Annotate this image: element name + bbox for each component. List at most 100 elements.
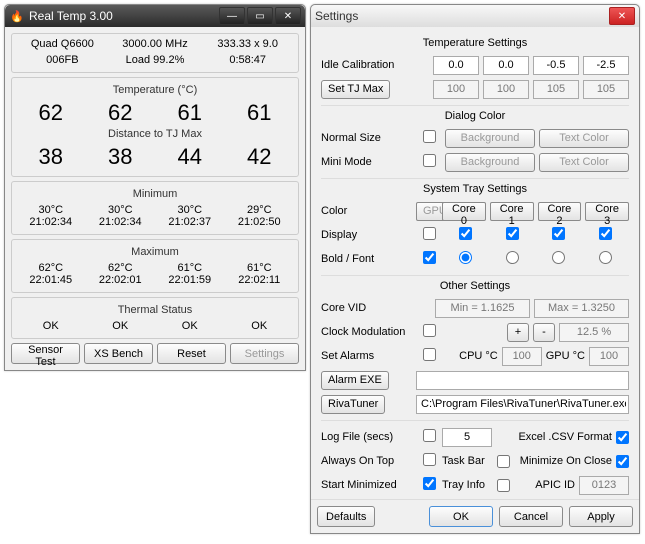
max-ts1: 22:02:01 (86, 274, 156, 286)
tj-3 (583, 80, 629, 99)
logfile-label: Log File (secs) (321, 431, 416, 443)
min-t1: 30°C (86, 204, 156, 216)
display-core3-check[interactable] (599, 227, 612, 240)
alarm-exe-path[interactable] (416, 371, 629, 390)
clock-mod-plus[interactable]: + (507, 323, 529, 342)
ok-button[interactable]: OK (429, 506, 493, 527)
core2-color-button[interactable]: Core 2 (538, 202, 582, 221)
bold-core0-radio[interactable] (459, 251, 472, 264)
tray-color-label: Color (321, 205, 416, 217)
temp-core3: 61 (225, 100, 295, 126)
cpu-c-label: CPU °C (459, 350, 498, 362)
idle-cal-2[interactable] (533, 56, 579, 75)
dist-heading: Distance to TJ Max (16, 128, 294, 140)
set-alarms-check[interactable] (423, 348, 436, 361)
excel-check[interactable] (616, 431, 629, 444)
dist-core3: 42 (225, 144, 295, 170)
clock-mod-check[interactable] (423, 324, 436, 337)
min-t3: 29°C (225, 204, 295, 216)
cpu-load: Load 99.2% (109, 54, 202, 66)
moc-check[interactable] (616, 455, 629, 468)
mini-mode-check[interactable] (423, 154, 436, 167)
core-vid-max (534, 299, 629, 318)
display-gpu-check[interactable] (423, 227, 436, 240)
bold-font-label: Bold / Font (321, 253, 416, 265)
cpu-mhz: 3000.00 MHz (109, 38, 202, 50)
bold-core2-radio[interactable] (552, 251, 565, 264)
display-core2-check[interactable] (552, 227, 565, 240)
maximize-button[interactable]: ▭ (247, 7, 273, 25)
tray-settings-heading: System Tray Settings (321, 183, 629, 195)
cancel-button[interactable]: Cancel (499, 506, 563, 527)
core3-color-button[interactable]: Core 3 (585, 202, 629, 221)
startmin-label: Start Minimized (321, 479, 416, 491)
clock-mod-minus[interactable]: - (533, 323, 555, 342)
trayinfo-check[interactable] (497, 479, 510, 492)
clock-mod-val (559, 323, 629, 342)
realtemp-window: 🔥 Real Temp 3.00 — ▭ ✕ Quad Q6600 3000.0… (4, 4, 306, 371)
alarm-exe-button[interactable]: Alarm EXE (321, 371, 389, 390)
core1-color-button[interactable]: Core 1 (490, 202, 534, 221)
mini-mode-label: Mini Mode (321, 156, 416, 168)
titlebar-settings: Settings ✕ (311, 5, 639, 27)
window-title: Real Temp 3.00 (29, 9, 217, 23)
moc-label: Minimize On Close (520, 455, 612, 467)
therm1: OK (86, 320, 156, 332)
defaults-button[interactable]: Defaults (317, 506, 375, 527)
rivatuner-path[interactable] (416, 395, 629, 414)
set-alarms-label: Set Alarms (321, 350, 416, 362)
min-t2: 30°C (155, 204, 225, 216)
settings-close-button[interactable]: ✕ (609, 7, 635, 25)
apply-button[interactable]: Apply (569, 506, 633, 527)
min-ts0: 21:02:34 (16, 216, 86, 228)
logfile-check[interactable] (423, 429, 436, 442)
idle-cal-0[interactable] (433, 56, 479, 75)
xs-bench-button[interactable]: XS Bench (84, 343, 153, 364)
bold-gpu-check[interactable] (423, 251, 436, 264)
titlebar-main: 🔥 Real Temp 3.00 — ▭ ✕ (5, 5, 305, 27)
taskbar-check[interactable] (497, 455, 510, 468)
alarm-cpu[interactable] (502, 347, 542, 366)
rivatuner-button[interactable]: RivaTuner (321, 395, 385, 414)
startmin-check[interactable] (423, 477, 436, 490)
min-heading: Minimum (16, 188, 294, 200)
min-ts3: 21:02:50 (225, 216, 295, 228)
settings-title: Settings (315, 9, 607, 23)
excel-label: Excel .CSV Format (518, 431, 612, 443)
idle-cal-3[interactable] (583, 56, 629, 75)
tray-display-label: Display (321, 229, 416, 241)
settings-button[interactable]: Settings (230, 343, 299, 364)
alarm-gpu[interactable] (589, 347, 629, 366)
display-core1-check[interactable] (506, 227, 519, 240)
max-ts0: 22:01:45 (16, 274, 86, 286)
tj-1 (483, 80, 529, 99)
reset-button[interactable]: Reset (157, 343, 226, 364)
normal-text-button[interactable]: Text Color (539, 129, 629, 148)
therm0: OK (16, 320, 86, 332)
display-core0-check[interactable] (459, 227, 472, 240)
cpu-info-box: Quad Q6600 3000.00 MHz 333.33 x 9.0 006F… (11, 33, 299, 73)
max-heading: Maximum (16, 246, 294, 258)
set-tj-max-button[interactable]: Set TJ Max (321, 80, 390, 99)
bold-core1-radio[interactable] (506, 251, 519, 264)
logfile-secs[interactable] (442, 428, 492, 447)
minimize-button[interactable]: — (219, 7, 245, 25)
min-ts2: 21:02:37 (155, 216, 225, 228)
idle-cal-1[interactable] (483, 56, 529, 75)
temp-core0: 62 (16, 100, 86, 126)
temp-settings-heading: Temperature Settings (321, 37, 629, 49)
normal-size-check[interactable] (423, 130, 436, 143)
aot-label: Always On Top (321, 455, 416, 467)
close-button[interactable]: ✕ (275, 7, 301, 25)
tj-0 (433, 80, 479, 99)
core0-color-button[interactable]: Core 0 (442, 202, 486, 221)
mini-bg-button[interactable]: Background (445, 153, 535, 172)
mini-text-button[interactable]: Text Color (539, 153, 629, 172)
core-vid-min (435, 299, 530, 318)
bold-core3-radio[interactable] (599, 251, 612, 264)
app-icon: 🔥 (9, 8, 25, 24)
clock-mod-label: Clock Modulation (321, 326, 416, 338)
sensor-test-button[interactable]: Sensor Test (11, 343, 80, 364)
normal-bg-button[interactable]: Background (445, 129, 535, 148)
aot-check[interactable] (423, 453, 436, 466)
